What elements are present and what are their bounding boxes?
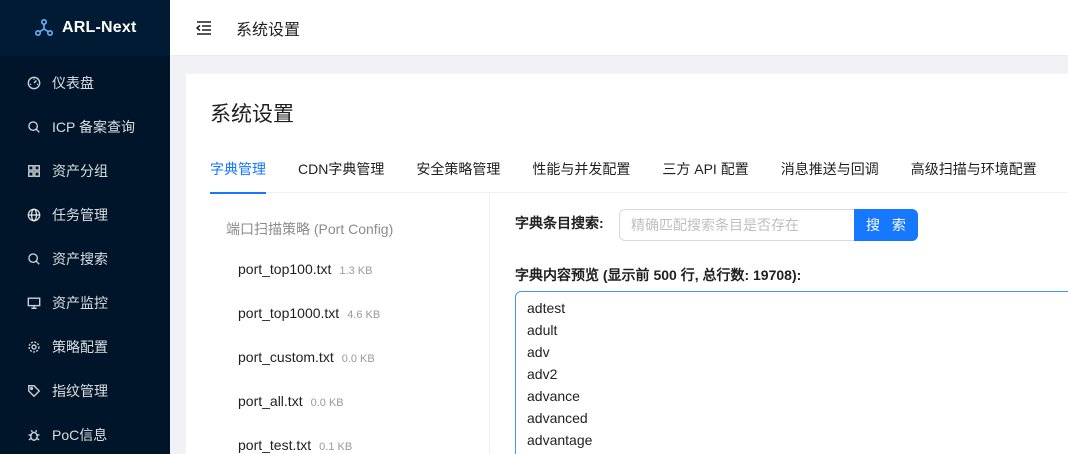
tab-advanced-scan[interactable]: 高级扫描与环境配置 [911,158,1037,193]
tag-icon [26,383,42,399]
search-icon [26,119,42,135]
file-size: 0.0 KB [341,353,375,365]
preview-textarea[interactable]: adtest adult adv adv2 advance advanced a… [515,291,1068,454]
preview-line: adult [527,322,558,338]
settings-tabs: 字典管理 CDN字典管理 安全策略管理 性能与并发配置 三方 API 配置 消息… [210,158,1068,194]
sidebar: ARL-Next 仪表盘 ICP 备案查询 资产分组 任务管理 资产搜索 资产监… [0,0,170,454]
bug-icon [26,427,42,443]
sidebar-item-task-management[interactable]: 任务管理 [0,193,170,237]
file-name: port_top1000.txt [238,305,340,321]
preview-line: advantage [527,432,593,448]
file-name: port_all.txt [238,393,303,409]
sidebar-item-poc-info[interactable]: PoC信息 [0,413,170,454]
page-title: 系统设置 [210,103,294,126]
global-icon [26,207,42,223]
list-item[interactable]: port_top100.txt 1.3 KB [238,261,372,281]
sidebar-item-label: PoC信息 [52,427,108,443]
list-item[interactable]: port_all.txt 0.0 KB [238,393,344,413]
sidebar-item-label: ICP 备案查询 [52,119,135,135]
search-input[interactable] [619,209,856,241]
search-button[interactable]: 搜 索 [854,209,918,241]
file-size: 4.6 KB [347,309,381,321]
settings-card: 系统设置 字典管理 CDN字典管理 安全策略管理 性能与并发配置 三方 API … [186,74,1068,454]
sidebar-item-label: 仪表盘 [52,75,94,91]
desktop-icon [26,295,42,311]
file-name: port_test.txt [238,437,312,453]
top-header: 系统设置 [170,0,1068,56]
sidebar-item-dashboard[interactable]: 仪表盘 [0,61,170,105]
sidebar-item-label: 策略配置 [52,339,108,355]
dashboard-icon [26,75,42,91]
tab-dictionary[interactable]: 字典管理 [210,158,266,194]
tab-performance[interactable]: 性能与并发配置 [532,158,630,193]
tab-notifications[interactable]: 消息推送与回调 [781,158,879,193]
list-item[interactable]: port_test.txt 0.1 KB [238,437,352,454]
logo-icon [34,18,54,37]
sidebar-item-label: 资产分组 [52,163,108,179]
list-item[interactable]: port_custom.txt 0.0 KB [238,349,375,369]
file-name: port_custom.txt [238,349,334,365]
file-size: 0.0 KB [310,397,344,409]
sidebar-item-label: 任务管理 [52,207,108,223]
sidebar-item-asset-monitor[interactable]: 资产监控 [0,281,170,325]
tab-cdn-dictionary[interactable]: CDN字典管理 [298,158,384,193]
preview-line: adv [527,344,550,360]
menu-fold-icon[interactable] [194,18,214,38]
preview-line: advance [527,388,580,404]
file-name: port_top100.txt [238,261,332,277]
sidebar-item-fingerprint[interactable]: 指纹管理 [0,369,170,413]
file-group-title: 端口扫描策略 (Port Config) [226,221,394,237]
header-title: 系统设置 [236,21,301,39]
brand[interactable]: ARL-Next [0,0,170,56]
file-size: 0.1 KB [319,441,353,453]
preview-label: 字典内容预览 (显示前 500 行, 总行数: 19708): [515,267,802,283]
search-icon [26,251,42,267]
list-item[interactable]: port_top1000.txt 4.6 KB [238,305,380,325]
tab-third-party-api[interactable]: 三方 API 配置 [662,158,748,193]
tab-security-policy[interactable]: 安全策略管理 [416,158,500,193]
sidebar-item-label: 资产监控 [52,295,108,311]
sidebar-item-policy-config[interactable]: 策略配置 [0,325,170,369]
sidebar-item-asset-search[interactable]: 资产搜索 [0,237,170,281]
preview-line: adv2 [527,366,558,382]
sidebar-menu: 仪表盘 ICP 备案查询 资产分组 任务管理 资产搜索 资产监控 策略配置 指纹… [0,61,170,454]
file-size: 1.3 KB [339,265,373,277]
appstore-icon [26,163,42,179]
sidebar-item-label: 指纹管理 [52,383,108,399]
search-label: 字典条目搜索: [515,215,604,231]
sidebar-item-icp-query[interactable]: ICP 备案查询 [0,105,170,149]
sidebar-item-asset-group[interactable]: 资产分组 [0,149,170,193]
preview-line: advanced [527,410,588,426]
preview-line: adtest [527,300,566,316]
app-name: ARL-Next [62,19,137,36]
gear-icon [26,339,42,355]
dictionary-detail: 字典条目搜索: 搜 索 字典内容预览 (显示前 500 行, 总行数: 1970… [491,193,1068,454]
dictionary-file-list: 端口扫描策略 (Port Config) port_top100.txt 1.3… [210,193,490,454]
sidebar-item-label: 资产搜索 [52,251,108,267]
